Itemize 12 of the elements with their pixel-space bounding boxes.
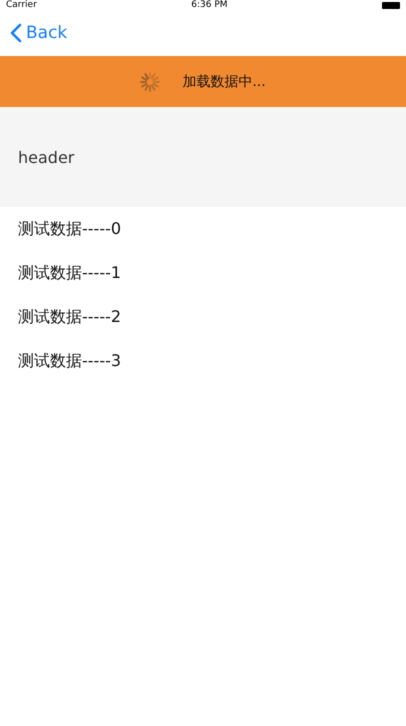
list-row[interactable]: 测试数据-----0	[0, 207, 406, 251]
carrier-label: Carrier	[6, 0, 37, 10]
battery-icon	[382, 2, 400, 8]
list-row[interactable]: 测试数据-----2	[0, 295, 406, 339]
loading-text: 加载数据中...	[182, 72, 266, 90]
list-row[interactable]: 测试数据-----3	[0, 339, 406, 383]
header-text: header	[18, 148, 74, 166]
time-label: 6:36 PM	[191, 0, 228, 10]
back-button[interactable]: Back	[10, 22, 68, 42]
spinner-icon	[140, 72, 160, 92]
chevron-left-icon	[10, 22, 22, 42]
list-row[interactable]: 测试数据-----1	[0, 251, 406, 295]
